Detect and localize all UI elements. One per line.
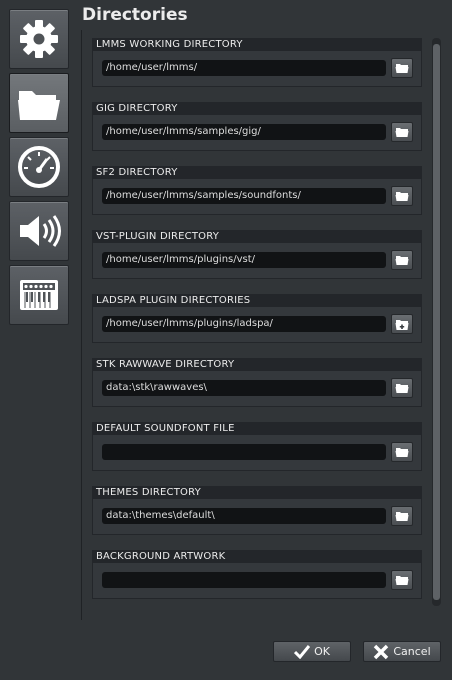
browse-directory-button[interactable] [391, 58, 413, 78]
directory-group: VST-PLUGIN DIRECTORY/home/user/lmms/plug… [92, 230, 422, 280]
tab-directories[interactable] [9, 73, 69, 133]
settings-tabs [9, 9, 71, 329]
tab-general-settings[interactable] [9, 9, 69, 69]
directory-group: BACKGROUND ARTWORK [92, 550, 422, 600]
directory-group-label: BACKGROUND ARTWORK [92, 550, 422, 563]
directories-list: LMMS WORKING DIRECTORY/home/user/lmms/GI… [92, 38, 422, 614]
tab-audio[interactable] [9, 201, 69, 261]
browse-directory-button[interactable] [391, 186, 413, 206]
directory-group-body: /home/user/lmms/ [92, 51, 422, 87]
directory-group-label: GIG DIRECTORY [92, 102, 422, 115]
cancel-label: Cancel [393, 645, 431, 658]
directory-group-body [92, 435, 422, 471]
directory-path-input[interactable]: /home/user/lmms/plugins/ladspa/ [102, 316, 386, 332]
directory-group-label: THEMES DIRECTORY [92, 486, 422, 499]
browse-directory-button[interactable] [391, 122, 413, 142]
folder-icon [395, 254, 409, 266]
directory-path-input[interactable]: /home/user/lmms/plugins/vst/ [102, 252, 386, 268]
scrollbar-thumb[interactable] [433, 44, 440, 600]
directory-group: THEMES DIRECTORY data:\themes\default\ [92, 486, 422, 536]
folder-icon [395, 510, 409, 522]
directory-path-input[interactable]: /home/user/lmms/samples/gig/ [102, 124, 386, 140]
directory-group: LMMS WORKING DIRECTORY/home/user/lmms/ [92, 38, 422, 88]
directory-group-label: LADSPA PLUGIN DIRECTORIES [92, 294, 422, 307]
browse-directory-button[interactable] [391, 442, 413, 462]
page-title: Directories [82, 5, 188, 25]
folder-add-icon [395, 318, 409, 331]
cancel-button[interactable]: Cancel [363, 641, 441, 662]
directory-path-input[interactable]: /home/user/lmms/ [102, 60, 386, 76]
keyboard-icon [20, 280, 58, 310]
directory-group-label: LMMS WORKING DIRECTORY [92, 38, 422, 51]
directory-group: STK RAWWAVE DIRECTORY data:\stk\rawwaves\ [92, 358, 422, 408]
tab-midi[interactable] [9, 265, 69, 325]
browse-directory-button[interactable] [391, 570, 413, 590]
directory-group: SF2 DIRECTORY/home/user/lmms/samples/sou… [92, 166, 422, 216]
directory-group-body: /home/user/lmms/plugins/vst/ [92, 243, 422, 279]
folder-icon [395, 574, 409, 586]
tab-performance[interactable] [9, 137, 69, 197]
directory-path-input[interactable]: data:\themes\default\ [102, 508, 386, 524]
directory-group: GIG DIRECTORY/home/user/lmms/samples/gig… [92, 102, 422, 152]
directory-group: DEFAULT SOUNDFONT FILE [92, 422, 422, 472]
folder-icon [395, 190, 409, 202]
directory-path-input[interactable] [102, 444, 386, 460]
checkmark-icon [294, 644, 311, 659]
tabs-separator [81, 30, 82, 620]
directory-group: LADSPA PLUGIN DIRECTORIES/home/user/lmms… [92, 294, 422, 344]
directory-group-body: /home/user/lmms/samples/soundfonts/ [92, 179, 422, 215]
folder-icon [395, 446, 409, 458]
folder-icon [395, 62, 409, 74]
directory-group-body: data:\stk\rawwaves\ [92, 371, 422, 407]
ok-label: OK [314, 645, 330, 658]
directory-group-label: SF2 DIRECTORY [92, 166, 422, 179]
close-icon [374, 644, 389, 659]
browse-directory-button[interactable] [391, 506, 413, 526]
gear-icon [20, 20, 58, 58]
directory-group-body [92, 563, 422, 599]
browse-directory-button[interactable] [391, 250, 413, 270]
speedometer-icon [18, 146, 60, 188]
directory-group-label: VST-PLUGIN DIRECTORY [92, 230, 422, 243]
directory-group-body: data:\themes\default\ [92, 499, 422, 535]
directory-path-input[interactable]: /home/user/lmms/samples/soundfonts/ [102, 188, 386, 204]
folder-icon [395, 382, 409, 394]
directory-path-input[interactable]: data:\stk\rawwaves\ [102, 380, 386, 396]
directory-path-input[interactable] [102, 572, 386, 588]
browse-directory-button[interactable] [391, 378, 413, 398]
folder-icon [395, 126, 409, 138]
directory-group-label: STK RAWWAVE DIRECTORY [92, 358, 422, 371]
speaker-icon [20, 215, 61, 247]
directory-group-label: DEFAULT SOUNDFONT FILE [92, 422, 422, 435]
directory-group-body: /home/user/lmms/samples/gig/ [92, 115, 422, 151]
add-directory-button[interactable] [391, 314, 413, 334]
directory-group-body: /home/user/lmms/plugins/ladspa/ [92, 307, 422, 343]
folder-icon [18, 91, 60, 120]
ok-button[interactable]: OK [273, 641, 351, 662]
